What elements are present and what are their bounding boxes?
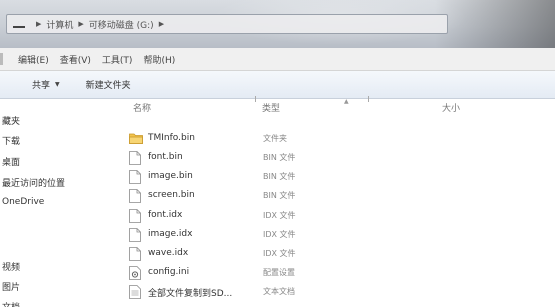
file-name: TMInfo.bin [148, 133, 195, 143]
file-icon [129, 228, 141, 242]
file-icon [129, 170, 141, 184]
nav-item-desktop[interactable]: 桌面 [2, 155, 20, 168]
menu-view[interactable]: 查看(V) [60, 53, 91, 66]
menu-help[interactable]: 帮助(H) [143, 53, 175, 66]
menu-tools[interactable]: 工具(T) [102, 53, 133, 66]
sort-arrow-icon: ▲ [344, 98, 349, 105]
new-folder-button[interactable]: 新建文件夹 [86, 78, 131, 91]
file-icon [129, 189, 141, 203]
column-header-name[interactable]: 名称 [133, 101, 151, 114]
nav-item-documents[interactable]: 文档 [2, 300, 20, 307]
nav-item-downloads[interactable]: 下载 [2, 134, 20, 147]
column-divider[interactable] [255, 96, 256, 102]
nav-item-favorites[interactable]: 藏夹 [2, 114, 20, 127]
file-name: 全部文件复制到SD... [148, 289, 233, 299]
menu-bar-edge [0, 53, 3, 65]
nav-item-recent-places[interactable]: 最近访问的位置 [2, 176, 65, 189]
file-name: config.ini [148, 267, 190, 277]
file-row[interactable]: wave.idx IDX 文件 [125, 245, 545, 263]
chevron-right-icon[interactable]: ▶ [78, 20, 83, 28]
file-row[interactable]: config.ini 配置设置 [125, 264, 545, 282]
chevron-right-icon[interactable]: ▶ [159, 20, 164, 28]
title-shade [435, 0, 555, 48]
file-row[interactable]: image.idx IDX 文件 [125, 226, 545, 244]
file-name: wave.idx [148, 248, 189, 258]
breadcrumb-computer[interactable]: 计算机 [46, 18, 73, 31]
nav-item-pictures[interactable]: 图片 [2, 280, 20, 293]
file-name: font.bin [148, 152, 183, 162]
file-type: IDX 文件 [263, 230, 296, 239]
share-button[interactable]: 共享 ▼ [32, 78, 60, 91]
nav-item-videos[interactable]: 视频 [2, 260, 20, 273]
computer-icon [13, 20, 25, 28]
text-file-icon [129, 285, 141, 299]
breadcrumb-removable-disk[interactable]: 可移动磁盘 (G:) [89, 18, 154, 31]
share-label: 共享 [32, 81, 51, 91]
navigation-pane: 藏夹 下载 桌面 最近访问的位置 OneDrive 视频 图片 文档 [0, 99, 116, 307]
title-bar: ▶ 计算机 ▶ 可移动磁盘 (G:) ▶ [0, 0, 555, 48]
file-type: IDX 文件 [263, 249, 296, 258]
file-row[interactable]: screen.bin BIN 文件 [125, 187, 545, 205]
column-header-type[interactable]: 类型 [262, 101, 280, 114]
menu-bar: 编辑(E) 查看(V) 工具(T) 帮助(H) [0, 48, 555, 71]
file-row[interactable]: TMInfo.bin 文件夹 [125, 130, 545, 148]
file-type: BIN 文件 [263, 191, 296, 200]
file-icon [129, 209, 141, 223]
file-type: BIN 文件 [263, 153, 296, 162]
chevron-right-icon[interactable]: ▶ [36, 20, 41, 28]
file-row[interactable]: image.bin BIN 文件 [125, 168, 545, 186]
column-header-size[interactable]: 大小 [442, 101, 460, 114]
nav-item-onedrive[interactable]: OneDrive [2, 197, 44, 207]
file-row[interactable]: 全部文件复制到SD... 文本文档 [125, 283, 545, 301]
command-bar: 共享 ▼ 新建文件夹 [0, 71, 555, 99]
file-type: 配置设置 [263, 268, 295, 277]
file-icon [129, 151, 141, 165]
explorer-window: ▶ 计算机 ▶ 可移动磁盘 (G:) ▶ 编辑(E) 查看(V) 工具(T) 帮… [0, 0, 555, 307]
settings-file-icon [129, 266, 141, 280]
file-name: image.bin [148, 171, 193, 181]
file-type: BIN 文件 [263, 172, 296, 181]
file-row[interactable]: font.bin BIN 文件 [125, 149, 545, 167]
folder-icon [129, 133, 143, 144]
address-bar[interactable]: ▶ 计算机 ▶ 可移动磁盘 (G:) ▶ [6, 14, 448, 34]
chevron-down-icon: ▼ [55, 81, 60, 88]
column-divider[interactable] [368, 96, 369, 102]
file-type: IDX 文件 [263, 211, 296, 220]
file-row[interactable]: font.idx IDX 文件 [125, 207, 545, 225]
file-icon [129, 247, 141, 261]
file-name: image.idx [148, 229, 193, 239]
menu-edit[interactable]: 编辑(E) [18, 53, 49, 66]
file-name: font.idx [148, 210, 183, 220]
file-name: screen.bin [148, 190, 195, 200]
file-type: 文件夹 [263, 134, 287, 143]
file-type: 文本文档 [263, 287, 295, 296]
